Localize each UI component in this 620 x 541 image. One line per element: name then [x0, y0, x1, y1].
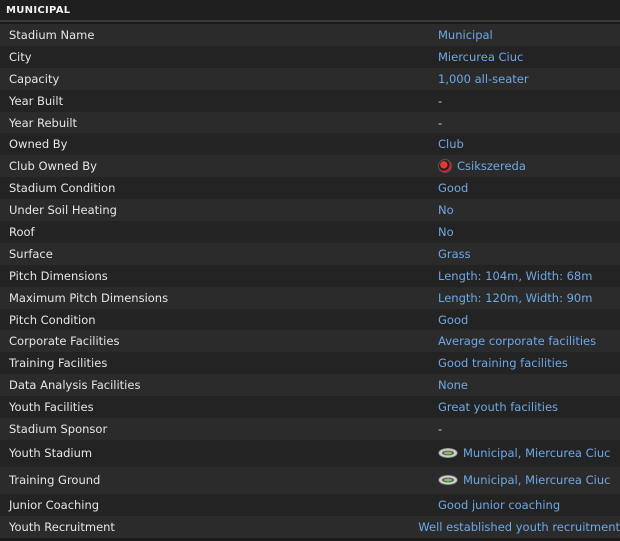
row-label: Stadium Sponsor — [9, 421, 108, 436]
city-link[interactable]: Miercurea Ciuc — [432, 50, 620, 64]
capacity-value[interactable]: 1,000 all-seater — [432, 72, 620, 86]
row-junior-coaching: Junior Coaching Good junior coaching — [0, 493, 620, 516]
surface-value[interactable]: Grass — [432, 247, 620, 261]
row-stadium-condition: Stadium Condition Good — [0, 177, 620, 200]
pitch-condition-value[interactable]: Good — [432, 313, 620, 327]
row-city: City Miercurea Ciuc — [0, 45, 620, 68]
row-corporate-facilities: Corporate Facilities Average corporate f… — [0, 330, 620, 353]
row-roof: Roof No — [0, 221, 620, 243]
junior-coaching-value[interactable]: Good junior coaching — [432, 498, 620, 512]
row-year-built: Year Built - — [0, 89, 620, 112]
data-analysis-facilities-value[interactable]: None — [432, 378, 620, 392]
row-label: Year Rebuilt — [9, 115, 78, 130]
row-data-analysis-facilities: Data Analysis Facilities None — [0, 374, 620, 397]
club-badge-icon — [438, 159, 452, 174]
panel-title: MUNICIPAL — [6, 4, 71, 16]
roof-value[interactable]: No — [432, 225, 620, 239]
row-year-rebuilt: Year Rebuilt - — [0, 111, 620, 134]
row-label: Junior Coaching — [9, 497, 100, 512]
row-owned-by: Owned By Club — [0, 133, 620, 156]
training-facilities-value[interactable]: Good training facilities — [432, 356, 620, 370]
row-label: Year Built — [9, 93, 64, 108]
row-label: Club Owned By — [9, 159, 97, 174]
year-built-value: - — [438, 93, 443, 108]
row-label: Youth Facilities — [9, 400, 94, 415]
row-label: Surface — [9, 246, 53, 261]
corporate-facilities-value[interactable]: Average corporate facilities — [432, 334, 620, 348]
row-youth-facilities: Youth Facilities Great youth facilities — [0, 396, 620, 419]
row-training-facilities: Training Facilities Good training facili… — [0, 352, 620, 375]
row-label: Training Facilities — [9, 356, 108, 371]
under-soil-heating-value[interactable]: No — [432, 203, 620, 217]
panel-header: MUNICIPAL — [0, 0, 620, 22]
training-ground-name: Municipal, Miercurea Ciuc — [463, 473, 611, 488]
row-label: City — [9, 49, 32, 64]
max-pitch-dimensions-value[interactable]: Length: 120m, Width: 90m — [432, 291, 620, 305]
stadium-details-list: Stadium Name Municipal City Miercurea Ci… — [0, 24, 620, 538]
row-stadium-name: Stadium Name Municipal — [0, 24, 620, 46]
row-label: Corporate Facilities — [9, 334, 120, 349]
row-label: Owned By — [9, 137, 68, 152]
row-stadium-sponsor: Stadium Sponsor - — [0, 418, 620, 440]
row-club-owned-by: Club Owned By Csikszereda — [0, 155, 620, 178]
club-name: Csikszereda — [457, 159, 526, 174]
owned-by-value[interactable]: Club — [432, 137, 620, 151]
row-label: Data Analysis Facilities — [9, 378, 141, 393]
row-label: Maximum Pitch Dimensions — [9, 290, 169, 305]
club-owned-by-link[interactable]: Csikszereda — [432, 159, 620, 174]
training-ground-link[interactable]: Municipal, Miercurea Ciuc — [432, 473, 620, 487]
youth-recruitment-value[interactable]: Well established youth recruitment — [412, 520, 620, 534]
youth-stadium-link[interactable]: Municipal, Miercurea Ciuc — [432, 446, 620, 460]
row-pitch-condition: Pitch Condition Good — [0, 308, 620, 331]
row-label: Training Ground — [9, 473, 101, 488]
row-max-pitch-dimensions: Maximum Pitch Dimensions Length: 120m, W… — [0, 286, 620, 309]
stadium-icon — [438, 475, 458, 486]
stadium-condition-value[interactable]: Good — [432, 181, 620, 195]
row-label: Under Soil Heating — [9, 203, 117, 218]
row-surface: Surface Grass — [0, 242, 620, 265]
row-label: Pitch Dimensions — [9, 268, 108, 283]
row-label: Youth Stadium — [9, 446, 93, 461]
row-label: Youth Recruitment — [9, 519, 115, 534]
row-pitch-dimensions: Pitch Dimensions Length: 104m, Width: 68… — [0, 264, 620, 287]
youth-facilities-value[interactable]: Great youth facilities — [432, 400, 620, 414]
row-youth-recruitment: Youth Recruitment Well established youth… — [0, 515, 620, 538]
stadium-icon — [438, 448, 458, 459]
pitch-dimensions-value[interactable]: Length: 104m, Width: 68m — [432, 269, 620, 283]
row-capacity: Capacity 1,000 all-seater — [0, 67, 620, 90]
row-label: Stadium Condition — [9, 181, 116, 196]
row-label: Stadium Name — [9, 27, 95, 42]
row-under-soil-heating: Under Soil Heating No — [0, 199, 620, 222]
row-label: Capacity — [9, 71, 60, 86]
stadium-name-link[interactable]: Municipal — [432, 28, 620, 42]
row-label: Pitch Condition — [9, 312, 96, 327]
row-training-ground: Training Ground Municipal, Miercurea Ciu… — [0, 466, 620, 494]
youth-stadium-name: Municipal, Miercurea Ciuc — [463, 446, 611, 461]
row-label: Roof — [9, 224, 35, 239]
row-youth-stadium: Youth Stadium Municipal, Miercurea Ciuc — [0, 439, 620, 467]
stadium-sponsor-value: - — [438, 421, 443, 436]
stadium-info-panel: MUNICIPAL Stadium Name Municipal City Mi… — [0, 0, 620, 541]
year-rebuilt-value: - — [438, 115, 443, 130]
